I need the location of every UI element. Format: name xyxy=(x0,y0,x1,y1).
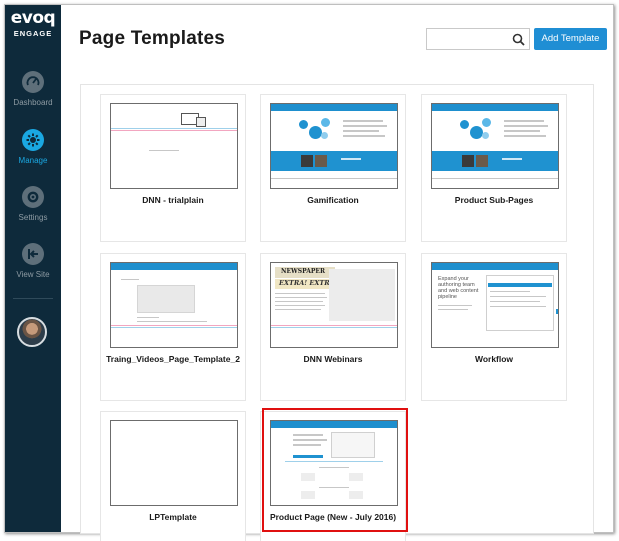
sidebar-divider xyxy=(13,298,53,299)
search-icon[interactable] xyxy=(512,33,525,51)
template-name: Gamification xyxy=(307,195,359,205)
user-avatar[interactable] xyxy=(17,317,47,347)
sidebar: evoq ENGAGE Dashboard Manage Settings Vi… xyxy=(5,5,61,532)
template-thumbnail xyxy=(110,103,238,189)
template-thumbnail xyxy=(110,262,238,348)
search-box[interactable] xyxy=(426,28,530,50)
template-card-lptemplate[interactable]: LPTemplate xyxy=(100,411,246,541)
template-name: DNN Webinars xyxy=(303,354,363,364)
template-thumbnail: NEWSPAPER EXTRA! EXTRA! xyxy=(270,262,398,348)
template-card-gamification[interactable]: Gamification xyxy=(260,94,406,242)
sidebar-item-label: View Site xyxy=(16,270,50,279)
sidebar-item-label: Dashboard xyxy=(13,98,53,107)
view-site-exit-icon xyxy=(22,243,44,265)
template-card-product-sub-pages[interactable]: Product Sub-Pages xyxy=(421,94,567,242)
page-title: Page Templates xyxy=(79,28,226,49)
template-card-workflow[interactable]: Expand your authoring team and web conte… xyxy=(421,253,567,401)
sidebar-item-manage[interactable]: Manage xyxy=(5,129,61,165)
template-card-dnn-webinars[interactable]: NEWSPAPER EXTRA! EXTRA! DNN Webinars xyxy=(260,253,406,401)
workflow-heading-line: pipeline xyxy=(438,294,457,300)
template-name: DNN - trialplain xyxy=(142,195,204,205)
sidebar-item-settings[interactable]: Settings xyxy=(5,186,61,222)
template-thumbnail xyxy=(270,103,398,189)
add-template-button[interactable]: Add Template xyxy=(534,28,607,50)
template-card-dnn-trialplain[interactable]: DNN - trialplain xyxy=(100,94,246,242)
webinar-badge: NEWSPAPER xyxy=(281,268,325,275)
template-thumbnail xyxy=(431,103,559,189)
template-name: Traing_Videos_Page_Template_2 xyxy=(106,354,240,364)
selection-highlight xyxy=(262,408,408,532)
dashboard-gauge-icon xyxy=(22,71,44,93)
settings-gear-icon xyxy=(22,186,44,208)
evoq-logo[interactable]: evoq ENGAGE xyxy=(5,8,61,39)
template-thumbnail: Expand your authoring team and web conte… xyxy=(431,262,559,348)
sidebar-item-label: Manage xyxy=(18,156,48,165)
search-input[interactable] xyxy=(427,29,507,50)
manage-gear-icon xyxy=(22,129,44,151)
workflow-heading: Expand your authoring team and web conte… xyxy=(438,276,478,300)
template-card-traing-videos[interactable]: Traing_Videos_Page_Template_2 xyxy=(100,253,246,401)
sidebar-item-view-site[interactable]: View Site xyxy=(5,243,61,279)
logo-sub: ENGAGE xyxy=(13,29,53,38)
template-name: LPTemplate xyxy=(149,512,197,522)
sidebar-item-label: Settings xyxy=(18,213,48,222)
template-thumbnail xyxy=(110,420,238,506)
template-name: Product Sub-Pages xyxy=(454,195,534,205)
logo-word: evoq xyxy=(10,8,56,28)
template-name: Workflow xyxy=(474,354,514,364)
sidebar-item-dashboard[interactable]: Dashboard xyxy=(5,71,61,107)
